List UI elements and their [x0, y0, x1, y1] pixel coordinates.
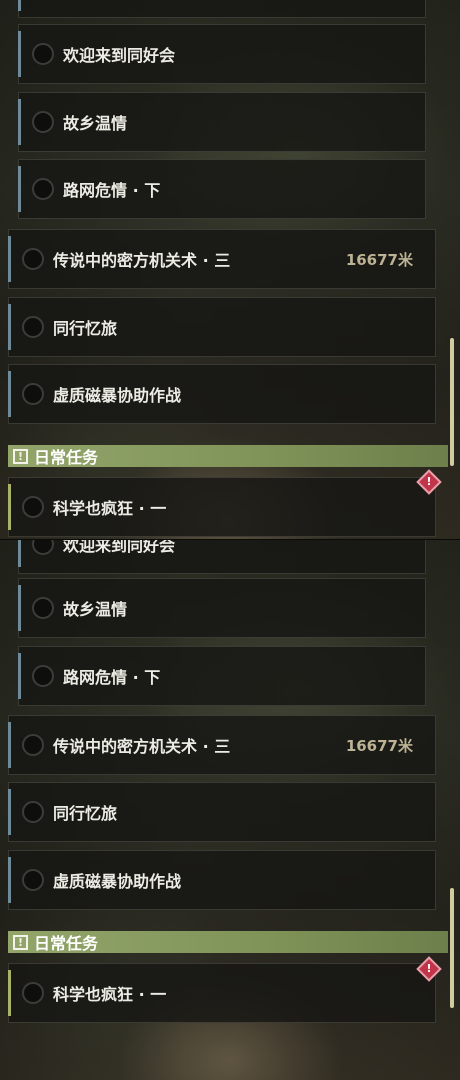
- quest-accent: [8, 970, 11, 1016]
- quest-accent: [8, 789, 11, 835]
- quest-status-circle-icon: [32, 665, 54, 687]
- quest-label: 欢迎来到同好会: [63, 46, 176, 65]
- quest-item-tracked[interactable]: 传说中的密方机关术 · 三 16677米: [8, 715, 436, 775]
- quest-status-circle-icon: [22, 982, 44, 1004]
- quest-distance: 16677米: [345, 250, 413, 269]
- quest-distance: 16677米: [345, 736, 413, 755]
- quest-accent: [8, 304, 11, 350]
- quest-item[interactable]: 欢迎来到同好会: [18, 24, 426, 84]
- quest-item-daily[interactable]: 科学也疯狂 · 一: [8, 477, 436, 537]
- quest-item[interactable]: 故乡温情: [18, 578, 426, 638]
- quest-item[interactable]: 路网危情 · 下: [18, 646, 426, 706]
- quest-label: 故乡温情: [63, 114, 128, 133]
- quest-status-circle-icon: [32, 597, 54, 619]
- quest-panel-top: 欢迎来到同好会 故乡温情 路网危情 · 下 传说中的密方机关术 · 三 1667…: [0, 0, 460, 540]
- scrollbar-thumb[interactable]: [450, 888, 454, 1008]
- quest-status-circle-icon: [22, 383, 44, 405]
- quest-accent: [8, 857, 11, 903]
- quest-item[interactable]: [18, 0, 426, 18]
- section-title: 日常任务: [34, 934, 99, 953]
- quest-label: 故乡温情: [63, 600, 128, 619]
- exclamation-box-icon: !: [13, 934, 28, 950]
- alert-glyph: !: [426, 962, 432, 975]
- quest-accent: [8, 371, 11, 417]
- quest-status-circle-icon: [32, 43, 54, 65]
- alert-glyph: !: [426, 475, 432, 488]
- quest-status-circle-icon: [22, 316, 44, 338]
- quest-item[interactable]: 虚质磁暴协助作战: [8, 364, 436, 424]
- quest-status-circle-icon: [22, 248, 44, 270]
- quest-status-circle-icon: [32, 178, 54, 200]
- quest-label: 虚质磁暴协助作战: [53, 872, 182, 891]
- quest-status-circle-icon: [32, 111, 54, 133]
- quest-item-daily[interactable]: 科学也疯狂 · 一: [8, 963, 436, 1023]
- quest-accent: [18, 0, 21, 11]
- scrollbar-thumb[interactable]: [450, 338, 454, 466]
- quest-accent: [18, 585, 21, 631]
- quest-accent: [8, 484, 11, 530]
- daily-section-header[interactable]: ! 日常任务: [8, 931, 448, 953]
- quest-label: 科学也疯狂 · 一: [53, 499, 167, 518]
- quest-accent: [8, 722, 11, 768]
- quest-label: 传说中的密方机关术 · 三: [53, 737, 231, 756]
- quest-accent: [8, 236, 11, 282]
- quest-status-circle-icon: [22, 496, 44, 518]
- quest-panel-bottom: 欢迎来到同好会 故乡温情 路网危情 · 下 传说中的密方机关术 · 三 1667…: [0, 540, 460, 1080]
- quest-status-circle-icon: [22, 801, 44, 823]
- daily-section-header[interactable]: ! 日常任务: [8, 445, 448, 467]
- quest-label: 同行忆旅: [53, 319, 118, 338]
- quest-item-tracked[interactable]: 传说中的密方机关术 · 三 16677米: [8, 229, 436, 289]
- quest-label: 路网危情 · 下: [63, 181, 161, 200]
- quest-status-circle-icon: [22, 869, 44, 891]
- quest-item[interactable]: 同行忆旅: [8, 297, 436, 357]
- quest-accent: [18, 166, 21, 212]
- quest-item[interactable]: 故乡温情: [18, 92, 426, 152]
- quest-label: 科学也疯狂 · 一: [53, 985, 167, 1004]
- section-title: 日常任务: [34, 448, 99, 467]
- quest-label: 同行忆旅: [53, 804, 118, 823]
- quest-accent: [18, 540, 21, 567]
- quest-item[interactable]: 路网危情 · 下: [18, 159, 426, 219]
- quest-accent: [18, 653, 21, 699]
- quest-accent: [18, 31, 21, 77]
- exclamation-box-icon: !: [13, 448, 28, 464]
- quest-status-circle-icon: [32, 540, 54, 555]
- quest-item[interactable]: 虚质磁暴协助作战: [8, 850, 436, 910]
- quest-label: 欢迎来到同好会: [63, 540, 176, 555]
- quest-status-circle-icon: [22, 734, 44, 756]
- quest-item[interactable]: 欢迎来到同好会: [18, 540, 426, 574]
- quest-label: 虚质磁暴协助作战: [53, 386, 182, 405]
- quest-accent: [18, 99, 21, 145]
- quest-item[interactable]: 同行忆旅: [8, 782, 436, 842]
- quest-label: 传说中的密方机关术 · 三: [53, 251, 231, 270]
- quest-label: 路网危情 · 下: [63, 668, 161, 687]
